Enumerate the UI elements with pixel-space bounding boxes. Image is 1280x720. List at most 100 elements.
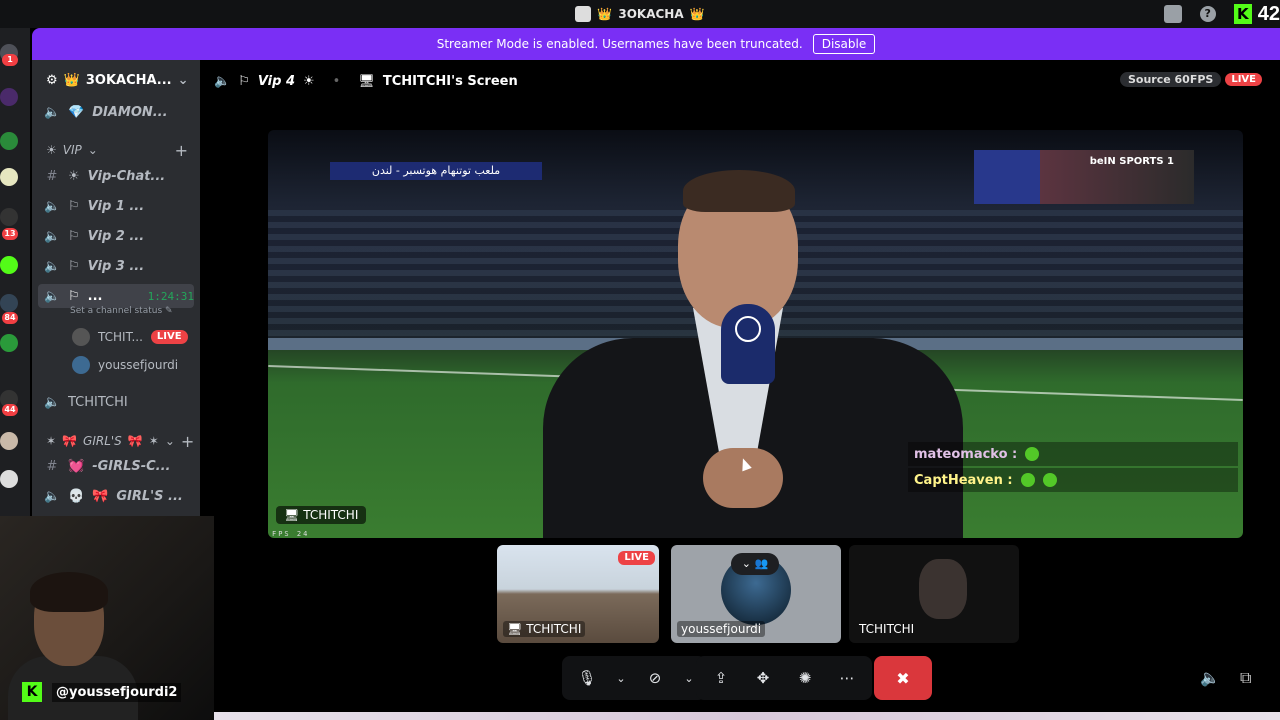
live-badge: LIVE — [1225, 73, 1262, 86]
server-icon[interactable] — [0, 294, 18, 312]
add-channel-icon[interactable]: + — [181, 432, 194, 451]
media-group: 🎙 ⌄ ⊘ ⌄ — [562, 656, 706, 700]
chevron-down-icon[interactable]: ⌄ — [612, 663, 630, 693]
stream-owner-name: TCHITCHI — [303, 508, 359, 522]
inbox-icon[interactable] — [1163, 5, 1182, 23]
chat-username: CaptHeaven : — [914, 472, 1013, 488]
voice-user[interactable]: youssefjourdi — [72, 353, 178, 377]
server-icon[interactable] — [0, 132, 18, 150]
bow-icon: 🎀 — [127, 434, 143, 448]
more-icon[interactable]: ⋯ — [830, 663, 864, 693]
mention-badge: 1 — [2, 54, 18, 66]
kick-handle: K @youssefjourdi2 — [22, 680, 182, 704]
voice-timer: 1:24:31 — [147, 289, 194, 303]
screen-share-icon: 🖥 — [507, 622, 523, 636]
category-label: GIRL'S — [83, 434, 122, 448]
sparkle-icon: ✶ — [148, 434, 159, 448]
channel-tchitchi[interactable]: 🔈 TCHITCHI — [44, 390, 194, 414]
category-girls[interactable]: ✶ 🎀 GIRL'S 🎀 ✶ ⌄ + — [46, 431, 194, 451]
popout-icon[interactable]: ⧉ — [1240, 668, 1251, 688]
channel-label: TCHITCHI — [68, 394, 128, 410]
activities-icon[interactable]: ✥ — [746, 663, 780, 693]
window-titlebar: 👑 3OKACHA 👑 ? K 42 — [0, 0, 1280, 28]
channel-status[interactable]: Set a channel status ✎ — [70, 306, 173, 316]
channel-vip-1[interactable]: 🔈 ⚐ Vip 1 ... — [44, 194, 194, 218]
server-icon[interactable] — [0, 334, 18, 352]
webcam-hair — [30, 572, 108, 612]
channel-vip-4[interactable]: 🔈 ⚐ ... 1:24:31 — [38, 284, 194, 308]
live-badge: LIVE — [150, 330, 188, 344]
chevron-down-icon: ⌄ — [164, 434, 175, 448]
sun-icon: ☀ — [46, 143, 57, 157]
hash-icon: # — [46, 168, 58, 184]
channel-sidebar: ⚙ 👑 3OKACHA... ⌄ 🔈 💎 DIAMON... ☀ VIP ⌄ +… — [32, 60, 200, 516]
server-header[interactable]: ⚙ 👑 3OKACHA... ⌄ — [32, 60, 200, 100]
channel-vip-3[interactable]: 🔈 ⚐ Vip 3 ... — [44, 254, 194, 278]
avatar — [72, 328, 90, 346]
leave-call-button[interactable]: ✖ — [874, 656, 932, 700]
chat-username: mateomacko : — [914, 446, 1018, 462]
reporter-hair — [683, 170, 795, 212]
stream-owner-tag: 🖥 TCHITCHI — [276, 506, 367, 524]
audio-video-controls: 🎙 ⌄ ⊘ ⌄ — [562, 656, 706, 700]
server-icon[interactable] — [0, 208, 18, 226]
tile-controls[interactable]: ⌄ 👥 — [731, 553, 779, 575]
server-icon[interactable] — [0, 168, 18, 186]
server-icon[interactable] — [0, 470, 18, 488]
voice-user[interactable]: TCHIT... LIVE — [72, 325, 188, 349]
participant-tile[interactable]: ⌄ 👥 youssefjourdi — [671, 545, 841, 643]
kick-logo-icon: K — [1233, 4, 1252, 24]
channel-vip-chat[interactable]: # ☀ Vip-Chat... — [44, 164, 194, 188]
channel-diamond[interactable]: 🔈 💎 DIAMON... — [44, 100, 194, 124]
speaker-icon: 🔈 — [44, 104, 61, 120]
microphone-icon[interactable]: 🎙 — [570, 663, 604, 693]
sun-icon: ☀ — [68, 168, 80, 184]
stream-chat-line: mateomacko : — [908, 442, 1238, 466]
separator: • — [332, 73, 341, 89]
channel-girls-chat[interactable]: # 💓 -GIRLS-C... — [44, 454, 194, 478]
tile-name: TCHITCHI — [859, 622, 915, 636]
crown-icon: 👑 — [689, 7, 705, 21]
participant-tile[interactable]: TCHITCHI — [849, 545, 1019, 643]
category-vip[interactable]: ☀ VIP ⌄ + — [46, 140, 188, 160]
screen-share-video[interactable]: ملعب توتنهام هوتسبر - لندن beIN SPORTS 1… — [268, 130, 1243, 538]
channel-vip-2[interactable]: 🔈 ⚐ Vip 2 ... — [44, 224, 194, 248]
skull-icon: 💀 — [68, 488, 85, 504]
chevron-down-icon: ⌄ — [87, 143, 98, 157]
channel-label: ... — [87, 288, 103, 304]
camera-off-icon[interactable]: ⊘ — [638, 663, 672, 693]
help-icon[interactable]: ? — [1199, 6, 1216, 22]
broadcaster-bug: beIN SPORTS 1 — [974, 150, 1194, 204]
channel-girls-voice[interactable]: 🔈 💀 🎀 GIRL'S ... — [44, 484, 194, 508]
window-title: 👑 3OKACHA 👑 — [575, 6, 705, 22]
speaker-icon: 🔈 — [44, 288, 61, 304]
emote-icon — [1042, 473, 1057, 487]
avatar — [72, 356, 90, 374]
server-icon[interactable] — [0, 88, 18, 106]
channel-label: Vip 1 ... — [87, 198, 145, 214]
participant-tile[interactable]: LIVE 🖥 TCHITCHI — [497, 545, 659, 643]
stream-chat-line: CaptHeaven : — [908, 468, 1238, 492]
server-rail: 1 13 84 44 — [0, 28, 30, 518]
mention-badge: 84 — [2, 312, 18, 324]
disable-button[interactable]: Disable — [812, 34, 876, 54]
volume-icon[interactable]: 🔈 — [1200, 668, 1220, 687]
soundboard-icon[interactable]: ✺ — [788, 663, 822, 693]
speaker-icon: 🔈 — [44, 228, 61, 244]
stream-quality: Source 60FPS LIVE — [1119, 72, 1262, 87]
screen-share-icon[interactable]: ⇪ — [704, 663, 738, 693]
voice-channel-name[interactable]: Vip 4 — [258, 74, 295, 89]
server-icon[interactable] — [0, 432, 18, 450]
heart-icon: 💓 — [68, 458, 85, 474]
channel-status-text: Set a channel status — [70, 306, 163, 316]
server-icon — [575, 6, 592, 22]
emote-icon — [1020, 473, 1035, 487]
server-icon[interactable] — [0, 256, 18, 274]
add-channel-icon[interactable]: + — [175, 141, 188, 160]
mention-badge: 44 — [2, 404, 18, 416]
kick-overlay: K 42 — [1233, 3, 1280, 26]
tile-name: TCHITCHI — [526, 622, 582, 636]
champions-league-logo-icon — [735, 316, 761, 342]
reporter — [543, 168, 963, 538]
disconnect-icon: ✖ — [896, 668, 910, 688]
